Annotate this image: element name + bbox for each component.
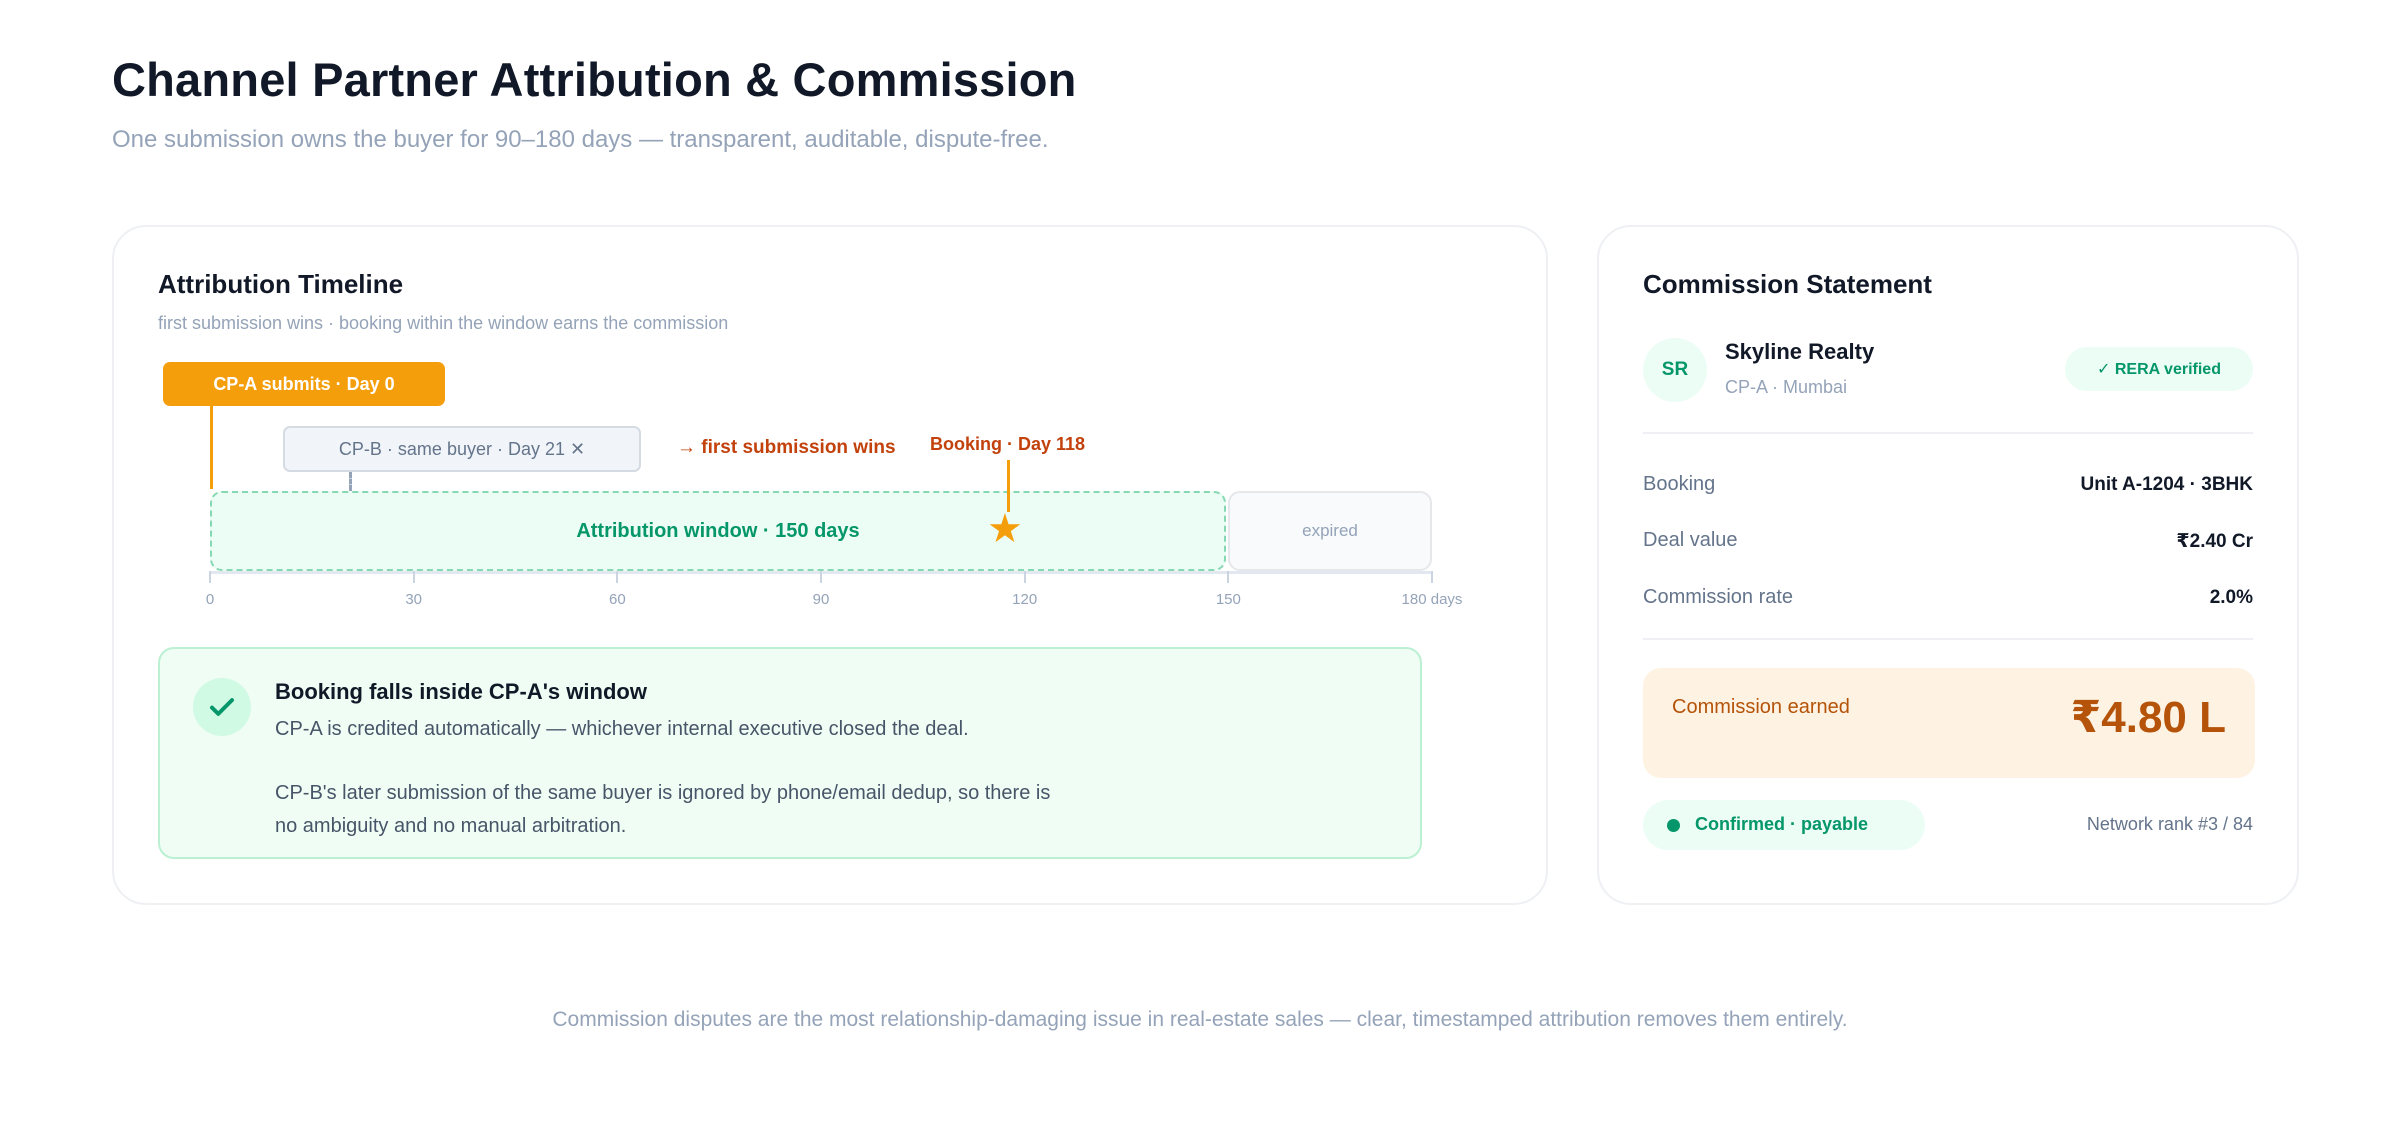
network-rank: Network rank #3 / 84 xyxy=(2086,814,2253,834)
commission-rate-row-label: Commission rate xyxy=(1643,586,1794,608)
axis-tick-label: 0 xyxy=(205,591,215,608)
cpb-submission-tag: CP-B · same buyer · Day 21 ✕ xyxy=(283,426,641,472)
deal-value-row-label: Deal value xyxy=(1643,529,1738,551)
company-subtitle: CP-A · Mumbai xyxy=(1725,377,1848,397)
axis-tick xyxy=(616,571,619,583)
first-submission-wins-text: → first submission wins xyxy=(677,437,896,458)
deal-value-row-value: ₹2.40 Cr xyxy=(2176,531,2253,552)
booking-marker-line xyxy=(1007,460,1010,512)
footer-note: Commission disputes are the most relatio… xyxy=(552,1008,1848,1031)
star-icon: ★ xyxy=(987,507,1023,551)
cpa-submission-tag: CP-A submits · Day 0 xyxy=(163,362,445,406)
axis-tick xyxy=(820,571,822,583)
rera-verified-badge: ✓ RERA verified xyxy=(2065,347,2253,391)
result-title: Booking falls inside CP-A's window xyxy=(275,679,647,704)
commission-statement-card: Commission Statement SR Skyline Realty C… xyxy=(1597,225,2299,905)
axis-tick-label: 150 xyxy=(1215,591,1241,608)
result-line-2: CP-B's later submission of the same buye… xyxy=(275,782,1051,804)
booking-label: Booking · Day 118 xyxy=(930,434,1086,454)
commission-rate-row-value: 2.0% xyxy=(2209,587,2253,608)
axis-tick-label: 90 xyxy=(812,591,830,608)
status-dot-icon xyxy=(1667,819,1680,832)
booking-row-value: Unit A-1204 · 3BHK xyxy=(2080,474,2253,495)
axis-tick-label: 180 days xyxy=(1401,591,1463,608)
attribution-window-label: Attribution window · 150 days xyxy=(576,519,860,542)
axis-tick-label: 30 xyxy=(405,591,422,608)
timeline-subtitle: first submission wins · booking within t… xyxy=(158,313,729,333)
divider xyxy=(1643,638,2253,640)
cpa-marker-line xyxy=(210,406,213,489)
timeline-title: Attribution Timeline xyxy=(158,269,404,299)
axis-tick-label: 120 xyxy=(1012,591,1038,608)
result-line-1: CP-A is credited automatically — whichev… xyxy=(275,718,969,740)
axis-tick xyxy=(412,571,415,583)
result-callout: Booking falls inside CP-A's window CP-A … xyxy=(158,647,1422,859)
axis-tick xyxy=(209,571,211,583)
result-line-3: no ambiguity and no manual arbitration. xyxy=(275,815,627,837)
axis-tick xyxy=(1431,571,1433,583)
commission-earned-box: Commission earned ₹4.80 L xyxy=(1643,668,2255,778)
page-title: Channel Partner Attribution & Commission xyxy=(112,53,1077,106)
booking-row-label: Booking xyxy=(1643,473,1716,495)
cpb-marker-line xyxy=(349,472,352,491)
status-text: Confirmed · payable xyxy=(1695,814,1869,834)
company-name: Skyline Realty xyxy=(1725,339,1875,364)
avatar: SR xyxy=(1643,338,1707,402)
statement-title: Commission Statement xyxy=(1643,269,1932,299)
attribution-timeline-card: Attribution Timeline first submission wi… xyxy=(112,225,1548,905)
check-icon xyxy=(193,678,251,736)
commission-earned-value: ₹4.80 L xyxy=(2070,693,2226,742)
expired-segment: expired xyxy=(1228,491,1432,571)
commission-earned-label: Commission earned xyxy=(1672,696,1850,718)
axis-tick xyxy=(1227,571,1230,583)
axis-tick-label: 60 xyxy=(608,591,626,608)
axis-tick xyxy=(1023,571,1026,583)
page-subtitle: One submission owns the buyer for 90–180… xyxy=(112,126,1049,153)
divider xyxy=(1643,432,2253,434)
status-badge: Confirmed · payable xyxy=(1643,800,1925,850)
